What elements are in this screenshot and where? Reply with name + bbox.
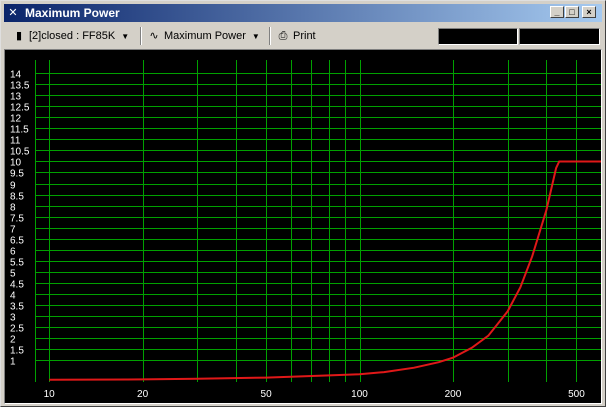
x-tick-label: 200	[445, 389, 462, 400]
y-tick-label: 13	[10, 92, 22, 103]
y-tick-label: 10	[10, 158, 22, 169]
y-tick-label: 4	[10, 291, 16, 302]
speaker-icon: ▮	[15, 30, 23, 42]
app-icon: ✕	[8, 7, 18, 19]
status-box-right	[519, 28, 600, 45]
chevron-down-icon: ▼	[121, 32, 130, 41]
y-tick-label: 4.5	[10, 280, 24, 291]
y-tick-label: 9.5	[10, 169, 24, 180]
y-tick-label: 8.5	[10, 192, 24, 203]
maximum-power-window: ✕ Maximum Power _ □ × ▮ [2]closed : FF85K…	[0, 0, 606, 407]
y-tick-label: 8	[10, 203, 16, 214]
y-tick-labels: 11.522.533.544.555.566.577.588.599.51010…	[10, 70, 30, 368]
toolbar-separator	[269, 27, 271, 45]
y-tick-label: 3	[10, 313, 16, 324]
x-tick-label: 50	[261, 389, 273, 400]
close-button[interactable]: ×	[582, 6, 596, 18]
series-line	[49, 160, 601, 381]
y-tick-label: 12	[10, 114, 22, 125]
y-tick-label: 5.5	[10, 258, 24, 269]
minimize-button[interactable]: _	[550, 6, 564, 18]
x-tick-label: 100	[351, 389, 368, 400]
driver-select-value: [2]closed : FF85K	[29, 30, 116, 42]
graph-select-value: Maximum Power	[164, 30, 246, 42]
max-power-chart: 11.522.533.544.555.566.577.588.599.51010…	[10, 60, 601, 400]
y-tick-label: 2	[10, 335, 16, 346]
title-bar[interactable]: ✕ Maximum Power _ □ ×	[4, 4, 602, 22]
maximize-button[interactable]: □	[565, 6, 579, 18]
y-tick-label: 9	[10, 181, 16, 192]
y-tick-label: 12.5	[10, 103, 30, 114]
y-tick-label: 11	[10, 136, 21, 147]
y-tick-label: 2.5	[10, 324, 24, 335]
chart-grid	[35, 60, 601, 382]
y-tick-label: 13.5	[10, 81, 30, 92]
y-tick-label: 5	[10, 269, 16, 280]
status-box-left	[438, 28, 518, 45]
toolbar-separator	[140, 27, 142, 45]
y-tick-label: 10.5	[10, 147, 30, 158]
y-tick-label: 1.5	[10, 346, 24, 357]
window-title: Maximum Power	[25, 6, 120, 20]
y-tick-label: 11.5	[10, 125, 29, 136]
y-tick-label: 6	[10, 247, 16, 258]
x-tick-label: 10	[44, 389, 56, 400]
y-tick-label: 14	[10, 70, 22, 81]
print-button[interactable]: ⎙ Print	[276, 26, 326, 46]
y-tick-label: 6.5	[10, 236, 24, 247]
y-tick-label: 7.5	[10, 214, 24, 225]
x-tick-labels: 10 20 50 100 200 500	[44, 389, 586, 400]
print-label: Print	[293, 30, 316, 42]
driver-select[interactable]: ▮ [2]closed : FF85K ▼	[12, 26, 132, 46]
y-tick-label: 7	[10, 225, 16, 236]
toolbar: ▮ [2]closed : FF85K ▼ ∿ Maximum Power ▼ ⎙ Pri…	[4, 25, 602, 47]
y-tick-label: 3.5	[10, 302, 24, 313]
sine-wave-icon: ∿	[149, 30, 159, 42]
x-tick-label: 20	[137, 389, 149, 400]
plot-area: 1 1.5 2 2.5 3 3.5 4 4.5 5 5.5 6 6.5 7 7.5 8 8.5 9 9.5 10 10…	[4, 49, 602, 404]
printer-icon: ⎙	[278, 30, 288, 42]
graph-select[interactable]: ∿ Maximum Power ▼	[147, 26, 265, 46]
x-tick-label: 500	[568, 389, 585, 400]
y-tick-label: 1	[10, 357, 16, 368]
chevron-down-icon: ▼	[251, 32, 260, 41]
